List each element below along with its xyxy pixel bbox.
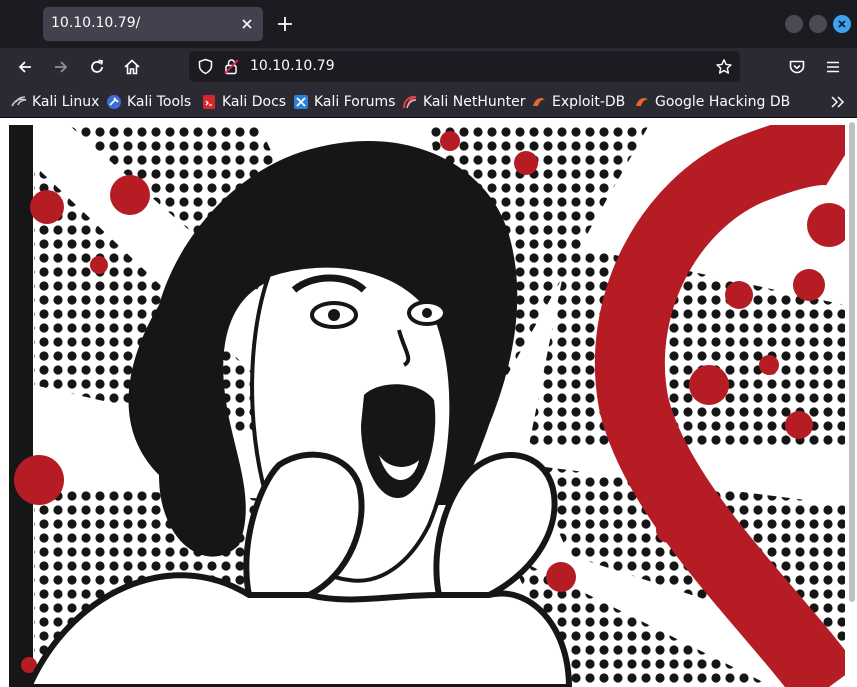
reload-icon[interactable]	[88, 58, 106, 76]
bookmark-label: Exploit-DB	[552, 94, 626, 110]
home-icon[interactable]	[123, 58, 141, 76]
page-content	[0, 118, 857, 687]
bookmark-label: Kali NetHunter	[423, 94, 526, 110]
bookmark-exploit-db[interactable]: Exploit-DB	[531, 93, 625, 111]
bookmark-star-icon[interactable]	[715, 58, 733, 76]
bookmark-label: Kali Linux	[32, 94, 100, 110]
kali-dragon-icon	[11, 96, 27, 107]
pocket-icon[interactable]	[788, 58, 806, 76]
menu-icon[interactable]	[824, 58, 842, 76]
bookmark-kali-tools[interactable]: Kali Tools	[106, 93, 191, 111]
exploit-db-icon	[533, 98, 545, 106]
bookmark-label: Google Hacking DB	[655, 94, 791, 110]
bookmark-kali-forums[interactable]: Kali Forums	[293, 93, 395, 111]
bookmark-kali-docs[interactable]: Kali Docs	[201, 93, 286, 111]
more-bookmarks-icon[interactable]	[829, 94, 845, 110]
new-tab-icon[interactable]	[276, 15, 294, 33]
navigation-toolbar: 10.10.10.79	[0, 48, 857, 87]
window-close-icon	[838, 20, 846, 28]
maximize-button[interactable]	[809, 15, 827, 33]
shield-icon[interactable]	[197, 58, 214, 75]
tab-strip: 10.10.10.79/	[0, 0, 857, 48]
bookmark-kali-nethunter[interactable]: Kali NetHunter	[402, 93, 525, 111]
bookmark-label: Kali Docs	[222, 94, 287, 110]
forward-icon[interactable]	[52, 58, 70, 76]
close-tab-icon[interactable]	[239, 16, 255, 32]
kali-forums-icon	[294, 95, 308, 109]
url-bar[interactable]: 10.10.10.79	[189, 51, 740, 82]
heartbleed-popart-image	[9, 125, 845, 687]
back-icon[interactable]	[16, 58, 34, 76]
tab-title: 10.10.10.79/	[51, 15, 141, 31]
bookmark-kali-linux[interactable]: Kali Linux	[11, 93, 99, 111]
url-text: 10.10.10.79	[250, 58, 335, 74]
bookmark-label: Kali Forums	[314, 94, 396, 110]
window-close-button[interactable]	[833, 15, 851, 33]
kali-docs-icon	[203, 95, 215, 109]
bookmark-google-hacking-db[interactable]: Google Hacking DB	[634, 93, 790, 111]
insecure-lock-icon[interactable]	[223, 58, 240, 75]
exploit-db-icon	[636, 98, 648, 106]
browser-tab[interactable]: 10.10.10.79/	[43, 7, 263, 41]
bookmark-label: Kali Tools	[127, 94, 192, 110]
minimize-button[interactable]	[785, 15, 803, 33]
page-scrollbar[interactable]	[849, 122, 855, 602]
kali-nethunter-icon	[403, 95, 417, 109]
bookmarks-toolbar: Kali Linux Kali Tools Kali Docs Kali For…	[0, 87, 857, 118]
kali-tools-icon	[107, 95, 121, 109]
